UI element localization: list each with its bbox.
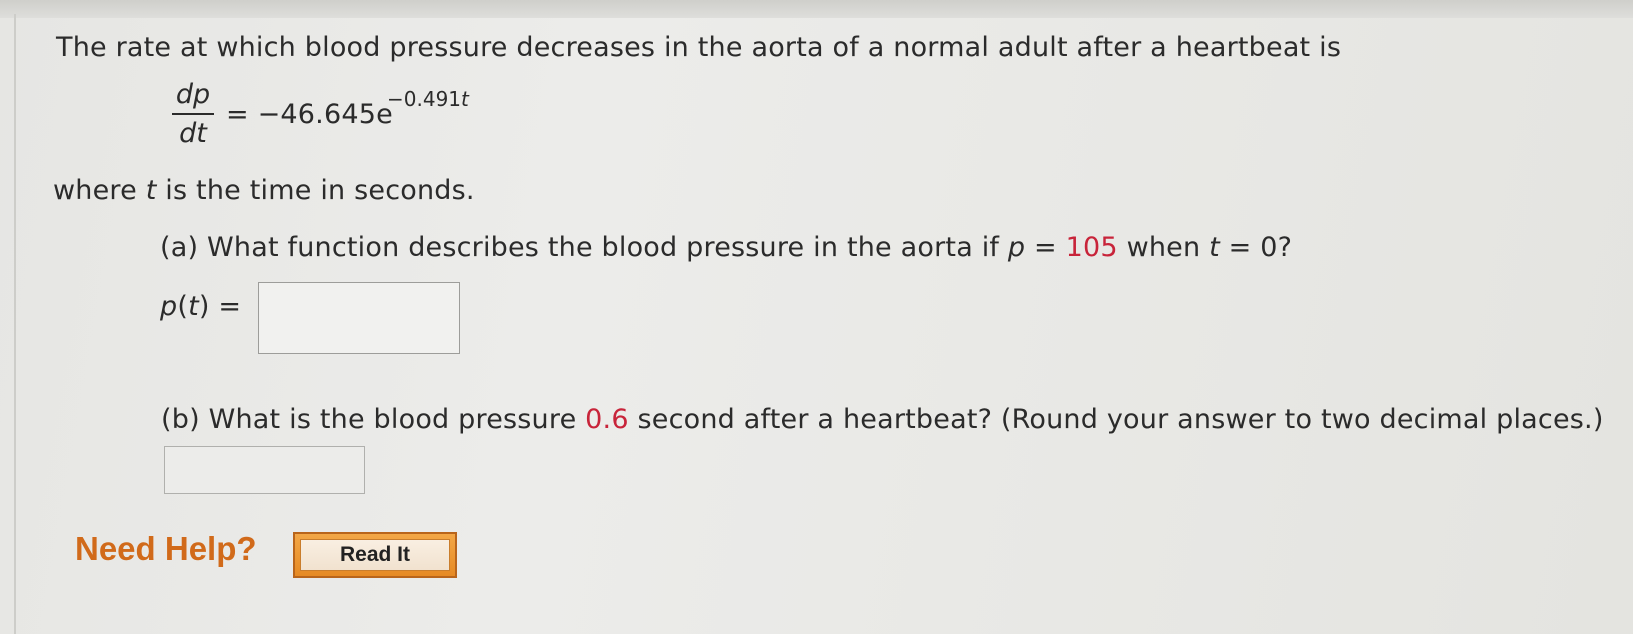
read-it-button[interactable]: Read It	[293, 532, 457, 578]
question-a-equals: =	[1025, 232, 1066, 263]
question-a-p-value: 105	[1065, 232, 1118, 263]
where-statement: where t is the time in seconds.	[53, 176, 475, 206]
where-suffix: is the time in seconds.	[156, 175, 475, 206]
where-variable: t	[145, 175, 157, 206]
equation-rhs: = −46.645e	[226, 99, 393, 130]
question-b-prefix: (b) What is the blood pressure	[161, 404, 586, 435]
answer-a-label: p(t) =	[160, 292, 241, 322]
question-a-var-t: t	[1209, 232, 1220, 263]
left-border	[14, 14, 16, 634]
answer-a-label-t: t	[188, 291, 199, 322]
question-a: (a) What function describes the blood pr…	[160, 233, 1292, 263]
question-b-time-value: 0.6	[585, 404, 629, 435]
where-prefix: where	[53, 175, 146, 206]
fraction-bar	[172, 113, 214, 115]
question-b: (b) What is the blood pressure 0.6 secon…	[161, 405, 1604, 435]
answer-a-label-open: (	[177, 291, 189, 322]
read-it-label: Read It	[300, 539, 450, 571]
fraction-numerator: dp	[175, 79, 211, 110]
problem-intro: The rate at which blood pressure decreas…	[56, 32, 1342, 63]
question-a-suffix: = 0?	[1219, 232, 1293, 263]
exponent-variable: t	[461, 87, 469, 111]
answer-a-label-close: ) =	[198, 291, 242, 322]
need-help-label: Need Help?	[75, 530, 257, 567]
answer-a-label-p: p	[160, 291, 178, 322]
top-border	[0, 0, 1633, 18]
exponent-coefficient: −0.491	[387, 87, 462, 111]
answer-a-input[interactable]	[258, 282, 460, 354]
equation-exponent: −0.491t	[387, 88, 469, 110]
question-b-suffix: second after a heartbeat? (Round your an…	[628, 404, 1604, 435]
derivative-fraction: dp dt	[172, 80, 214, 149]
fraction-denominator: dt	[179, 118, 207, 149]
answer-b-input[interactable]	[164, 446, 365, 494]
question-a-var-p: p	[1007, 232, 1026, 263]
question-a-when: when	[1117, 232, 1210, 263]
question-a-prefix: (a) What function describes the blood pr…	[160, 232, 1008, 263]
